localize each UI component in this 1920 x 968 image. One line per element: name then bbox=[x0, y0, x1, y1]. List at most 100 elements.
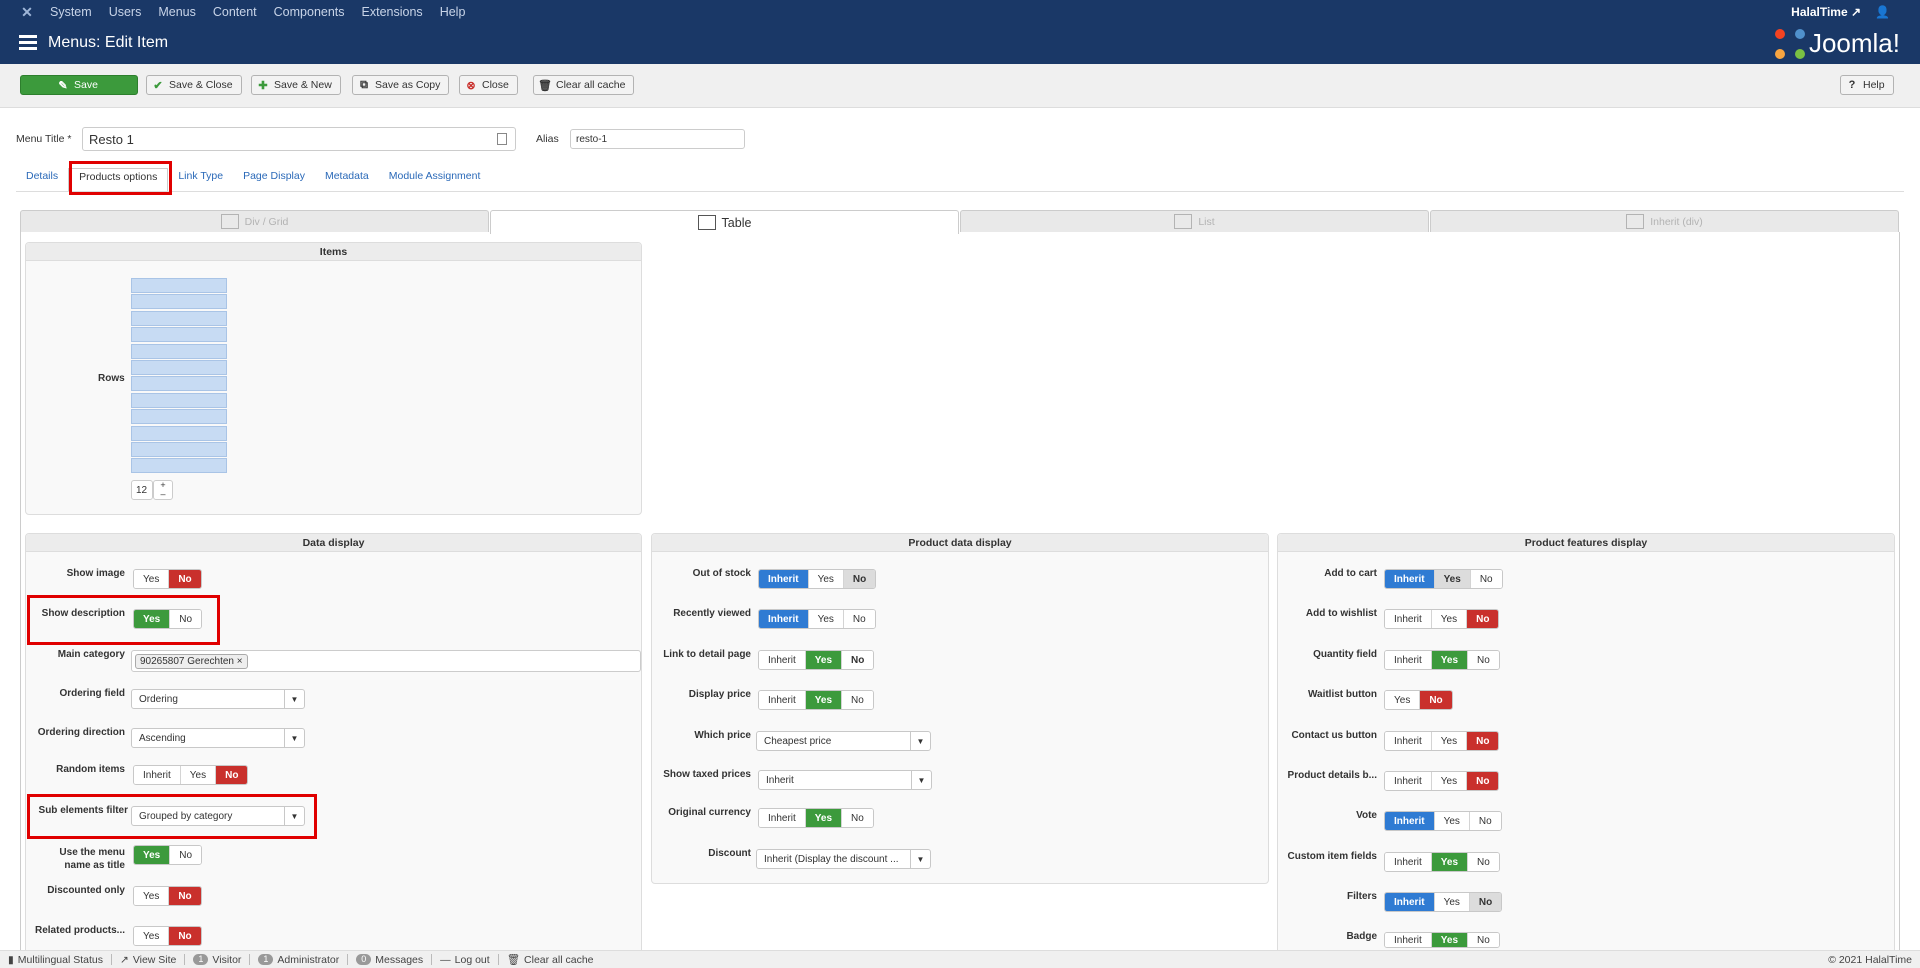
ordering-direction-select[interactable]: Ascending ▼ bbox=[131, 728, 305, 748]
display-price-inherit[interactable]: Inherit bbox=[759, 691, 806, 709]
site-name-link[interactable]: HalalTime ↗ bbox=[1791, 5, 1861, 19]
out-of-stock-yes[interactable]: Yes bbox=[808, 570, 844, 588]
multilingual-status-link[interactable]: ▮ Multilingual Status bbox=[0, 954, 112, 966]
product-details-no[interactable]: No bbox=[1467, 772, 1499, 790]
rows-count-input[interactable]: 12 bbox=[131, 480, 153, 500]
help-button[interactable]: ? Help bbox=[1840, 75, 1894, 95]
layout-tab-div-grid[interactable]: Div / Grid bbox=[20, 210, 489, 232]
out-of-stock-no[interactable]: No bbox=[843, 570, 876, 588]
vote-inherit[interactable]: Inherit bbox=[1385, 812, 1435, 830]
add-to-cart-inherit[interactable]: Inherit bbox=[1385, 570, 1435, 588]
filters-yes[interactable]: Yes bbox=[1434, 893, 1470, 911]
status-clear-cache-link[interactable]: 🗑 Clear all cache bbox=[499, 954, 602, 967]
link-detail-inherit[interactable]: Inherit bbox=[759, 651, 806, 669]
quantity-field-inherit[interactable]: Inherit bbox=[1385, 651, 1432, 669]
add-to-cart-yes[interactable]: Yes bbox=[1434, 570, 1471, 588]
custom-fields-yes[interactable]: Yes bbox=[1431, 853, 1469, 871]
vote-yes[interactable]: Yes bbox=[1434, 812, 1470, 830]
quantity-field-no[interactable]: No bbox=[1468, 651, 1499, 669]
menu-menus[interactable]: Menus bbox=[158, 5, 196, 19]
layout-tab-table[interactable]: Table bbox=[490, 210, 959, 234]
related-products-yes[interactable]: Yes bbox=[134, 927, 170, 945]
use-menu-name-yes[interactable]: Yes bbox=[134, 846, 171, 864]
out-of-stock-inherit[interactable]: Inherit bbox=[759, 570, 809, 588]
contact-us-no[interactable]: No bbox=[1467, 732, 1499, 750]
menu-title-input[interactable]: Resto 1 bbox=[82, 127, 516, 151]
view-site-link[interactable]: ↗ View Site bbox=[112, 954, 186, 966]
save-new-button[interactable]: ✚ Save & New bbox=[251, 75, 341, 95]
display-price-no[interactable]: No bbox=[842, 691, 873, 709]
save-close-button[interactable]: ✔ Save & Close bbox=[146, 75, 242, 95]
ordering-field-select[interactable]: Ordering ▼ bbox=[131, 689, 305, 709]
menu-help[interactable]: Help bbox=[440, 5, 466, 19]
which-price-select[interactable]: Cheapest price ▼ bbox=[756, 731, 931, 751]
vote-no[interactable]: No bbox=[1469, 812, 1501, 830]
menu-extensions[interactable]: Extensions bbox=[362, 5, 423, 19]
original-currency-yes[interactable]: Yes bbox=[805, 809, 843, 827]
original-currency-no[interactable]: No bbox=[842, 809, 873, 827]
tab-details[interactable]: Details bbox=[16, 168, 68, 192]
add-to-cart-no[interactable]: No bbox=[1470, 570, 1502, 588]
contact-us-yes[interactable]: Yes bbox=[1431, 732, 1468, 750]
logout-link[interactable]: — Log out bbox=[432, 954, 499, 966]
remove-tag-icon[interactable]: × bbox=[237, 656, 243, 667]
add-to-wishlist-no[interactable]: No bbox=[1467, 610, 1499, 628]
random-items-inherit[interactable]: Inherit bbox=[134, 766, 181, 784]
discounted-only-no[interactable]: No bbox=[169, 887, 201, 905]
related-products-no[interactable]: No bbox=[169, 927, 201, 945]
tab-page-display[interactable]: Page Display bbox=[233, 168, 315, 192]
save-copy-button[interactable]: ⧉ Save as Copy bbox=[352, 75, 450, 95]
filters-inherit[interactable]: Inherit bbox=[1385, 893, 1435, 911]
custom-fields-inherit[interactable]: Inherit bbox=[1385, 853, 1432, 871]
show-image-no[interactable]: No bbox=[169, 570, 201, 588]
contact-us-inherit[interactable]: Inherit bbox=[1385, 732, 1432, 750]
menu-components[interactable]: Components bbox=[274, 5, 345, 19]
badge-inherit[interactable]: Inherit bbox=[1385, 933, 1432, 947]
product-details-yes[interactable]: Yes bbox=[1431, 772, 1468, 790]
recently-viewed-yes[interactable]: Yes bbox=[808, 610, 844, 628]
add-to-wishlist-yes[interactable]: Yes bbox=[1431, 610, 1468, 628]
discounted-only-yes[interactable]: Yes bbox=[134, 887, 170, 905]
waitlist-no[interactable]: No bbox=[1420, 691, 1452, 709]
badge-yes[interactable]: Yes bbox=[1431, 933, 1469, 947]
link-detail-no[interactable]: No bbox=[842, 651, 874, 669]
rows-stepper[interactable]: + – bbox=[153, 480, 173, 500]
save-button[interactable]: ✎ Save bbox=[20, 75, 138, 95]
administrator-status[interactable]: 1 Administrator bbox=[250, 954, 349, 966]
menu-content[interactable]: Content bbox=[213, 5, 257, 19]
clear-cache-button[interactable]: 🗑 Clear all cache bbox=[533, 75, 635, 95]
layout-tab-list[interactable]: List bbox=[960, 210, 1429, 232]
quantity-field-yes[interactable]: Yes bbox=[1431, 651, 1469, 669]
random-items-no[interactable]: No bbox=[216, 766, 248, 784]
visitor-status[interactable]: 1 Visitor bbox=[185, 954, 251, 966]
tab-link-type[interactable]: Link Type bbox=[168, 168, 233, 192]
rows-grid-selector[interactable] bbox=[131, 278, 227, 475]
joomla-menu-icon[interactable]: ✕ bbox=[14, 0, 40, 24]
link-detail-yes[interactable]: Yes bbox=[805, 651, 843, 669]
recently-viewed-inherit[interactable]: Inherit bbox=[759, 610, 809, 628]
main-category-select[interactable]: 90265807 Gerechten × bbox=[131, 650, 641, 672]
discount-select[interactable]: Inherit (Display the discount ... ▼ bbox=[756, 849, 931, 869]
original-currency-inherit[interactable]: Inherit bbox=[759, 809, 806, 827]
menu-system[interactable]: System bbox=[50, 5, 92, 19]
filters-no[interactable]: No bbox=[1469, 893, 1502, 911]
product-details-inherit[interactable]: Inherit bbox=[1385, 772, 1432, 790]
tab-module-assignment[interactable]: Module Assignment bbox=[379, 168, 491, 192]
alias-input[interactable]: resto-1 bbox=[570, 129, 745, 149]
recently-viewed-no[interactable]: No bbox=[843, 610, 875, 628]
show-image-yes[interactable]: Yes bbox=[134, 570, 170, 588]
display-price-yes[interactable]: Yes bbox=[805, 691, 843, 709]
menu-users[interactable]: Users bbox=[109, 5, 142, 19]
badge-no[interactable]: No bbox=[1468, 933, 1499, 947]
show-taxed-select[interactable]: Inherit ▼ bbox=[758, 770, 932, 790]
user-icon[interactable]: 👤 bbox=[1875, 5, 1890, 19]
waitlist-yes[interactable]: Yes bbox=[1385, 691, 1421, 709]
tab-metadata[interactable]: Metadata bbox=[315, 168, 379, 192]
add-to-wishlist-inherit[interactable]: Inherit bbox=[1385, 610, 1432, 628]
close-button[interactable]: ⊗ Close bbox=[459, 75, 518, 95]
use-menu-name-no[interactable]: No bbox=[170, 846, 202, 864]
random-items-yes[interactable]: Yes bbox=[180, 766, 217, 784]
layout-tab-inherit[interactable]: Inherit (div) bbox=[1430, 210, 1899, 232]
messages-status[interactable]: 0 Messages bbox=[348, 954, 433, 966]
custom-fields-no[interactable]: No bbox=[1468, 853, 1499, 871]
